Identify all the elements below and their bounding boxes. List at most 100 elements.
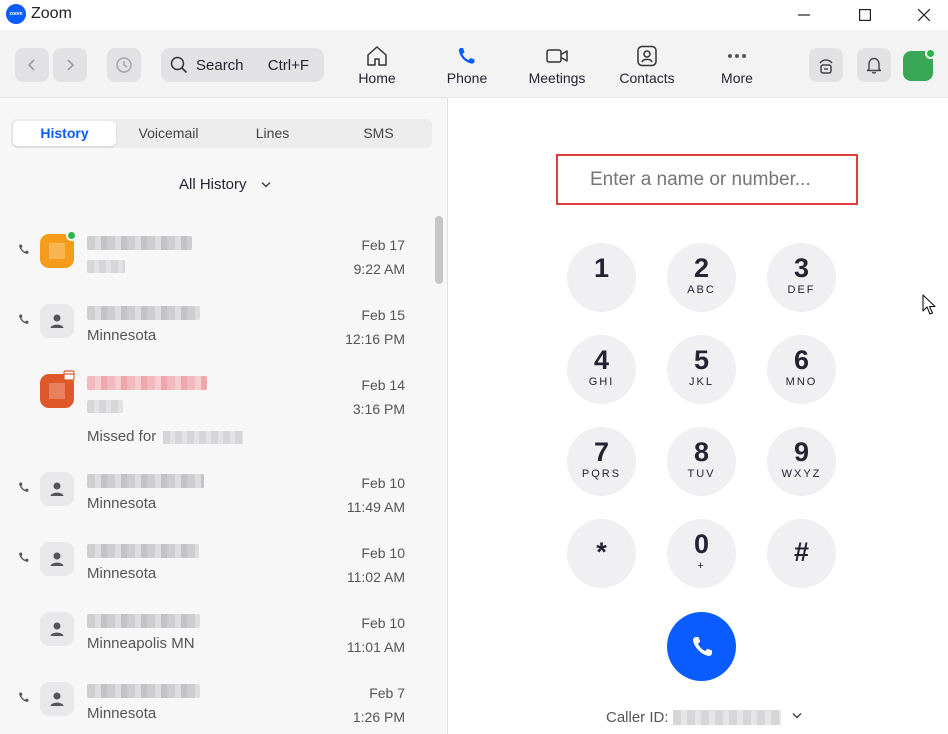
contacts-icon (637, 45, 657, 67)
maximize-button[interactable] (842, 0, 888, 30)
search-icon (170, 56, 188, 74)
subtab-voicemail[interactable]: Voicemail (117, 121, 220, 146)
tab-home[interactable]: Home (337, 45, 417, 91)
call-location: Minnesota (87, 327, 157, 344)
key-digit: # (793, 537, 810, 567)
maximize-icon (859, 9, 871, 21)
deskphone-icon (819, 59, 833, 74)
call-time: 3:16 PM (352, 401, 405, 417)
call-time: 11:49 AM (346, 499, 405, 515)
notifications-button[interactable] (857, 48, 891, 82)
history-button[interactable] (107, 48, 141, 82)
call-date: Feb 10 (361, 475, 405, 491)
history-filter[interactable]: All History (179, 176, 247, 193)
key-digit: 2 (693, 253, 710, 283)
contact-name-redacted (87, 684, 200, 698)
key-9[interactable]: 9 WXYZ (767, 427, 836, 496)
minimize-icon (798, 14, 810, 16)
call-time: 1:26 PM (352, 709, 405, 725)
key-0[interactable]: 0 + (667, 519, 736, 588)
key-digit: 0 (693, 529, 710, 559)
history-scrollbar[interactable] (435, 216, 443, 284)
tab-more-label: More (721, 70, 753, 86)
missed-for-name-redacted (163, 431, 243, 444)
subtab-sms[interactable]: SMS (327, 121, 430, 146)
chevron-left-icon (27, 59, 35, 71)
contact-avatar (40, 542, 74, 576)
back-button[interactable] (15, 48, 49, 82)
more-icon (728, 54, 746, 58)
device-button[interactable] (809, 48, 843, 82)
dialer-panel: 1 2ABC 3DEF 4GHI 5JKL 6MNO 7PQRS 8TUV 9W… (449, 98, 948, 734)
key-letters: ABC (687, 284, 716, 296)
tab-meetings-label: Meetings (528, 70, 586, 86)
phone-icon (458, 48, 475, 64)
call-time: 11:02 AM (346, 569, 405, 585)
key-digit: * (596, 537, 607, 567)
incoming-call-icon (19, 244, 29, 254)
call-time: 12:16 PM (345, 331, 405, 347)
key-star[interactable]: * (567, 519, 636, 588)
key-digit: 4 (593, 345, 610, 375)
key-8[interactable]: 8 TUV (667, 427, 736, 496)
key-4[interactable]: 4 GHI (567, 335, 636, 404)
call-location: Minnesota (87, 565, 157, 582)
key-3[interactable]: 3 DEF (767, 243, 836, 312)
key-letters: JKL (689, 376, 714, 388)
history-row[interactable]: Feb 14 3:16 PM (0, 365, 430, 435)
key-1[interactable]: 1 (567, 243, 636, 312)
phone-icon (692, 636, 712, 656)
close-button[interactable] (901, 0, 947, 30)
call-date: Feb 7 (369, 685, 405, 701)
contact-name-redacted (87, 544, 199, 558)
tab-contacts[interactable]: Contacts (607, 45, 687, 91)
chevron-down-icon[interactable] (792, 712, 802, 720)
history-row[interactable]: Minnesota Feb 10 11:02 AM (0, 533, 430, 603)
key-2[interactable]: 2 ABC (667, 243, 736, 312)
video-icon (546, 49, 568, 63)
history-row[interactable]: Minnesota Feb 10 11:49 AM (0, 463, 430, 533)
person-icon (50, 692, 64, 706)
key-digit: 1 (593, 253, 610, 283)
call-location: Minnesota (87, 705, 157, 722)
incoming-call-icon (19, 314, 29, 324)
dial-input[interactable] (556, 154, 858, 205)
home-icon (367, 46, 387, 66)
call-date: Feb 17 (361, 237, 405, 253)
window-title: Zoom (31, 5, 72, 22)
contact-name-redacted (87, 236, 192, 250)
subtab-history[interactable]: History (13, 121, 116, 146)
main-toolbar: Search Ctrl+F Home Phone Meetings Contac… (0, 30, 948, 98)
history-icon (116, 57, 132, 73)
key-6[interactable]: 6 MNO (767, 335, 836, 404)
minimize-button[interactable] (781, 0, 827, 30)
key-5[interactable]: 5 JKL (667, 335, 736, 404)
bell-icon (866, 57, 882, 74)
key-letters: GHI (588, 376, 615, 388)
chevron-down-icon[interactable] (261, 181, 271, 189)
history-row[interactable]: Minnesota Feb 7 1:26 PM (0, 673, 430, 734)
tab-meetings[interactable]: Meetings (517, 45, 597, 91)
forward-button[interactable] (53, 48, 87, 82)
person-icon (50, 314, 64, 328)
tab-phone-label: Phone (446, 70, 488, 86)
key-digit: 9 (793, 437, 810, 467)
call-time: 9:22 AM (353, 261, 405, 277)
key-letters: MNO (785, 376, 818, 388)
contact-number-redacted (87, 260, 125, 273)
key-hash[interactable]: # (767, 519, 836, 588)
call-date: Feb 10 (361, 615, 405, 631)
tab-more[interactable]: More (697, 45, 777, 91)
history-row[interactable]: Minnesota Feb 15 12:16 PM (0, 295, 430, 365)
zoom-logo: zoom (6, 4, 26, 24)
call-button[interactable] (667, 612, 736, 681)
tab-phone[interactable]: Phone (427, 45, 507, 91)
search-bar[interactable]: Search Ctrl+F (161, 48, 324, 82)
history-row[interactable]: Feb 17 9:22 AM (0, 225, 430, 295)
call-date: Feb 15 (361, 307, 405, 323)
key-7[interactable]: 7 PQRS (567, 427, 636, 496)
key-letters: DEF (787, 284, 816, 296)
subtab-lines[interactable]: Lines (221, 121, 324, 146)
history-row[interactable]: Minneapolis MN Feb 10 11:01 AM (0, 603, 430, 673)
key-digit: 6 (793, 345, 810, 375)
